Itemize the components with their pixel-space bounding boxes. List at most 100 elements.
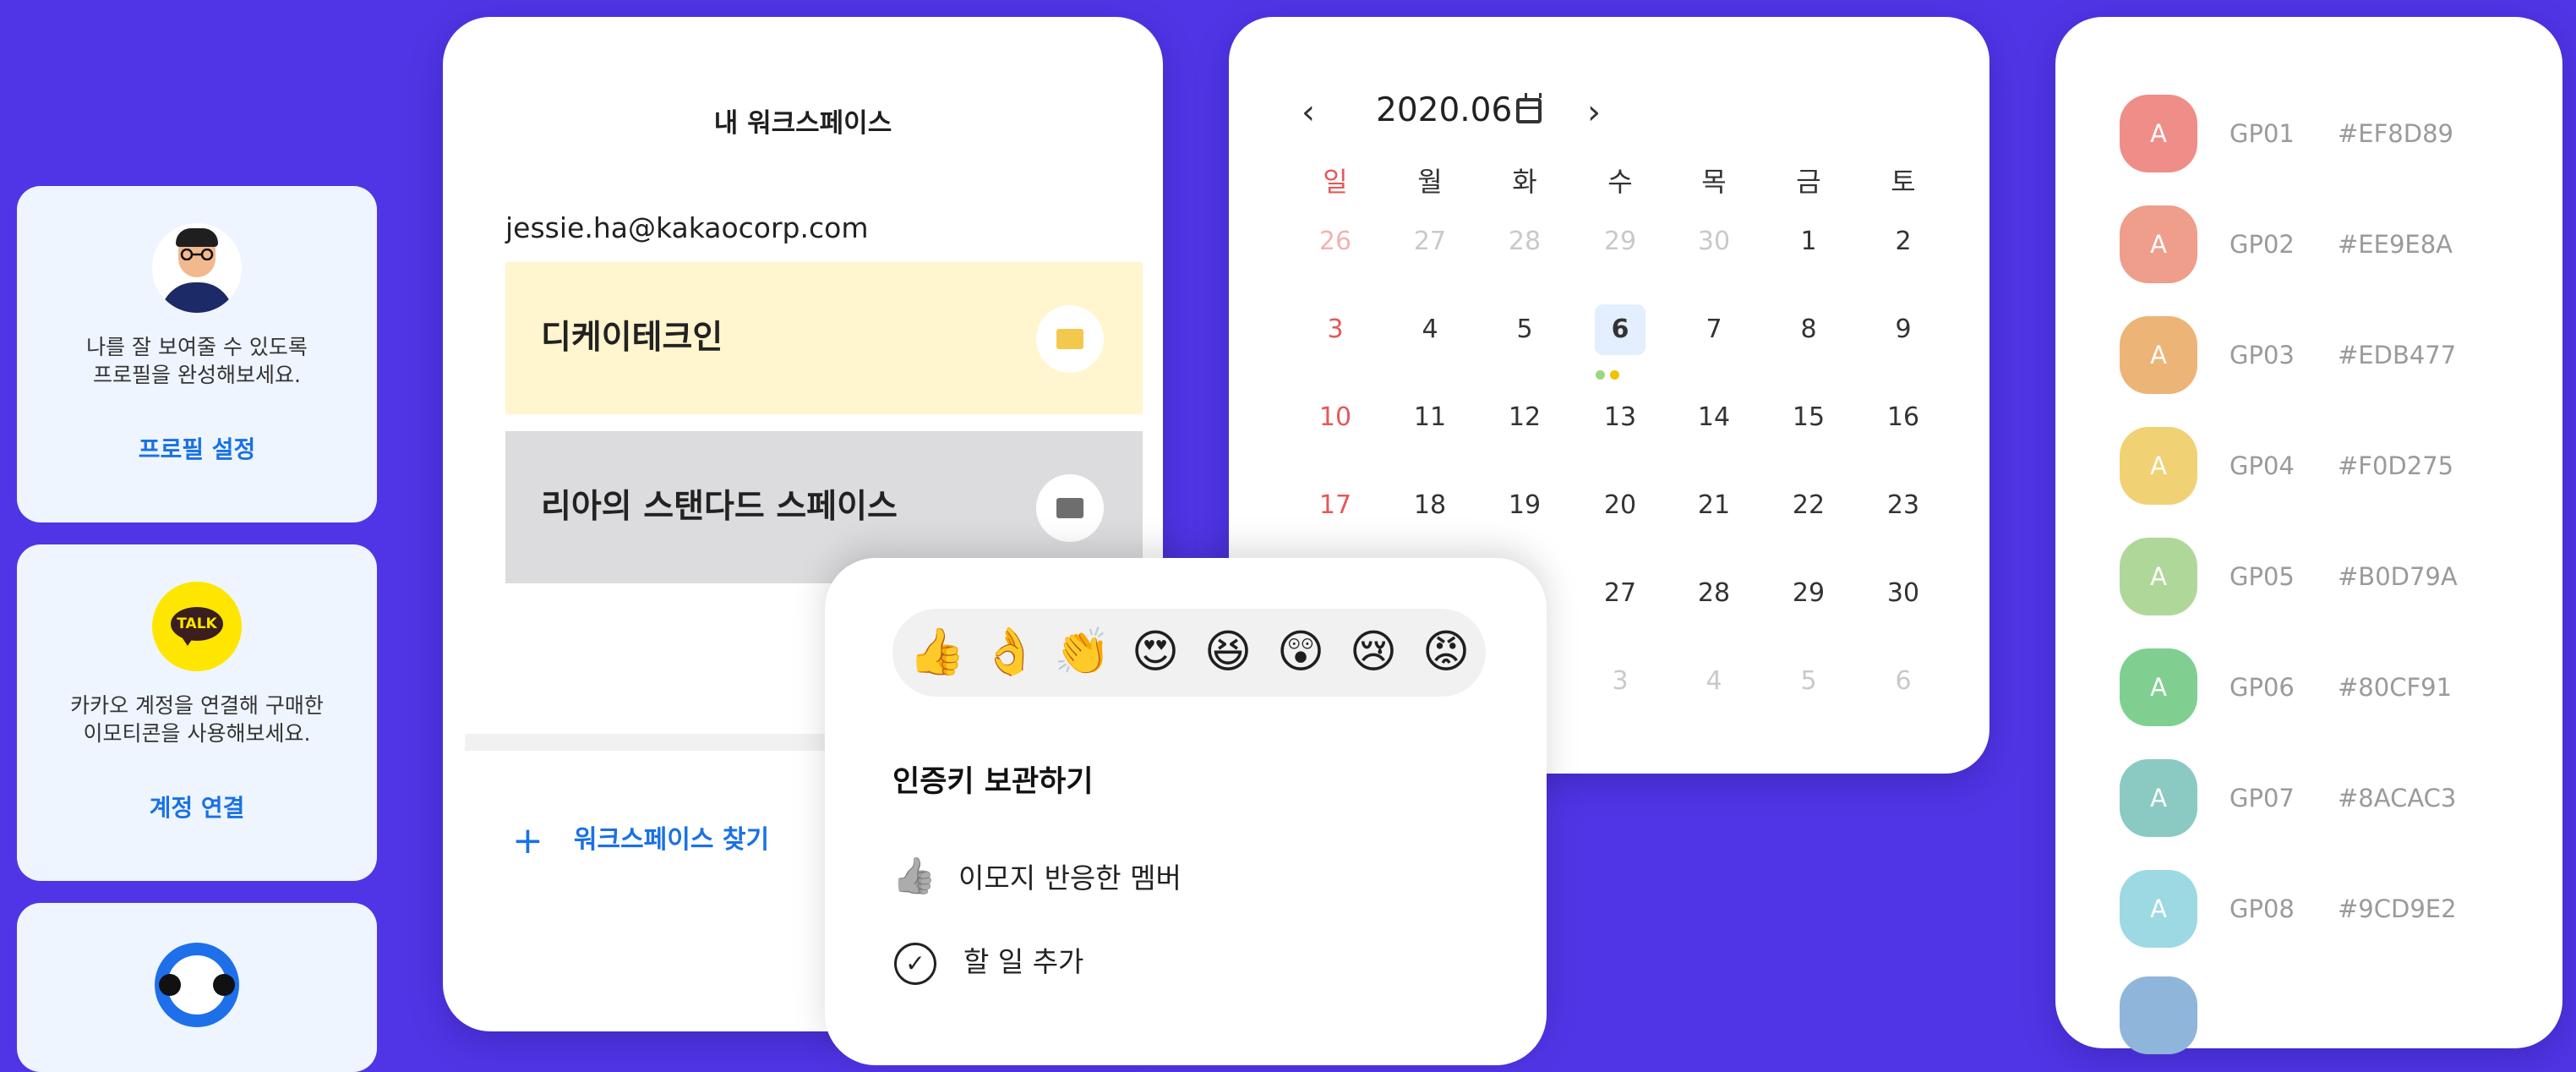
account-link-card: TALK 카카오 계정을 연결해 구매한 이모티콘을 사용해보세요. 계정 연결: [17, 544, 377, 881]
menu-item-label: 이모지 반응한 멤버: [958, 861, 1182, 894]
emoji-reaction-icon[interactable]: 😲: [1271, 622, 1330, 681]
palette-code: GP07: [2229, 784, 2295, 812]
kakaotalk-icon: TALK: [152, 582, 242, 671]
check-circle-icon: ✓: [894, 942, 936, 985]
palette-code: GP06: [2229, 673, 2295, 702]
workspace-name: 디케이테크인: [541, 319, 723, 357]
calendar-day[interactable]: 17: [1310, 480, 1361, 531]
palette-swatch: A: [2120, 316, 2197, 394]
workspace-item[interactable]: 디케이테크인: [505, 262, 1143, 414]
thumbs-up-icon: 👍: [892, 855, 937, 896]
calendar-header: ‹ 2020.06 ›: [1229, 76, 1668, 152]
calendar-day[interactable]: 4: [1689, 656, 1739, 707]
menu-item-reacted-members[interactable]: 👍 이모지 반응한 멤버: [889, 850, 1182, 901]
emoji-reaction-bar: 👍 👌 👏 😍 😆 😲 😢 😡: [892, 609, 1486, 697]
palette-code: GP04: [2229, 451, 2295, 480]
calendar-day[interactable]: 8: [1783, 304, 1834, 355]
account-link-description: 카카오 계정을 연결해 구매한 이모티콘을 사용해보세요.: [70, 693, 324, 746]
emoji-reaction-icon[interactable]: 👌: [980, 622, 1040, 681]
find-workspace-label: 워크스페이스 찾기: [573, 825, 770, 855]
calendar-day[interactable]: 22: [1783, 480, 1834, 531]
weekday-label: 일: [1323, 166, 1348, 198]
calendar-day[interactable]: 16: [1878, 392, 1929, 443]
calendar-day[interactable]: 15: [1783, 392, 1834, 443]
calendar-day[interactable]: 28: [1689, 568, 1739, 619]
account-email: jessie.ha@kakaocorp.com: [505, 211, 869, 244]
menu-item-label: 할 일 추가: [963, 945, 1084, 978]
workspace-name: 리아의 스탠다드 스페이스: [541, 488, 898, 526]
profile-setup-description: 나를 잘 보여줄 수 있도록 프로필을 완성해보세요.: [86, 335, 308, 387]
calendar-day[interactable]: 27: [1595, 568, 1645, 619]
calendar-day[interactable]: 5: [1499, 304, 1550, 355]
menu-item-add-todo[interactable]: ✓ 할 일 추가: [889, 937, 1083, 987]
calendar-day[interactable]: 29: [1783, 568, 1834, 619]
weekday-label: 월: [1417, 166, 1443, 198]
palette-code: GP03: [2229, 341, 2295, 369]
emoji-reaction-icon[interactable]: 👍: [908, 622, 967, 681]
calendar-day[interactable]: 7: [1689, 304, 1739, 355]
palette-hex: #F0D275: [2338, 451, 2454, 480]
profile-setup-card: 나를 잘 보여줄 수 있도록 프로필을 완성해보세요. 프로필 설정: [17, 186, 377, 522]
talk-bubble: TALK: [171, 607, 223, 641]
palette-swatch: A: [2120, 95, 2197, 172]
weekday-label: 금: [1796, 166, 1821, 198]
emoji-reaction-icon[interactable]: 😡: [1416, 622, 1476, 681]
calendar-day[interactable]: 21: [1689, 480, 1739, 531]
person-avatar-icon: [152, 223, 242, 313]
next-month-chevron-icon[interactable]: ›: [1587, 93, 1601, 132]
calendar-day-today[interactable]: 6: [1595, 304, 1645, 355]
palette-code: GP08: [2229, 894, 2295, 923]
workspace-icon: [1036, 305, 1104, 373]
calendar-day[interactable]: 11: [1405, 392, 1455, 443]
calendar-day[interactable]: 1: [1783, 216, 1834, 267]
emoji-reaction-icon[interactable]: 😢: [1344, 622, 1403, 681]
palette-hex: #EE9E8A: [2338, 230, 2453, 259]
weekday-label: 목: [1701, 166, 1727, 198]
palette-code: GP02: [2229, 230, 2295, 259]
calendar-day[interactable]: 4: [1405, 304, 1455, 355]
calendar-day[interactable]: 26: [1310, 216, 1361, 267]
calendar-month: 2020.06: [1376, 91, 1513, 129]
calendar-day[interactable]: 23: [1878, 480, 1929, 531]
calendar-day[interactable]: 20: [1595, 480, 1645, 531]
emoji-reaction-icon[interactable]: 😆: [1198, 622, 1258, 681]
palette-swatch: A: [2120, 648, 2197, 726]
weekday-label: 화: [1512, 166, 1537, 198]
palette-hex: #9CD9E2: [2338, 894, 2457, 923]
calendar-icon[interactable]: [1516, 93, 1542, 123]
weekday-label: 수: [1607, 166, 1633, 198]
calendar-day[interactable]: 14: [1689, 392, 1739, 443]
plus-icon: +: [512, 819, 543, 862]
palette-hex: #8ACAC3: [2338, 784, 2457, 812]
palette-code: GP05: [2229, 562, 2295, 591]
calendar-day[interactable]: 18: [1405, 480, 1455, 531]
color-palette-panel: A GP01 #EF8D89 A GP02 #EE9E8A A GP03 #EDB477 A GP0…: [2055, 17, 2562, 1054]
palette-swatch: [2120, 976, 2197, 1054]
calendar-day[interactable]: 9: [1878, 304, 1929, 355]
account-link-button[interactable]: 계정 연결: [17, 790, 377, 823]
palette-hex: #EDB477: [2338, 341, 2457, 369]
palette-swatch: A: [2120, 205, 2197, 283]
calendar-day[interactable]: 30: [1878, 568, 1929, 619]
calendar-day[interactable]: 2: [1878, 216, 1929, 267]
prev-month-chevron-icon[interactable]: ‹: [1302, 93, 1315, 132]
emoji-reaction-icon[interactable]: 😍: [1126, 622, 1185, 681]
calendar-day[interactable]: 12: [1499, 392, 1550, 443]
calendar-day[interactable]: 10: [1310, 392, 1361, 443]
palette-hex: #EF8D89: [2338, 119, 2453, 148]
find-workspace-button[interactable]: + 워크스페이스 찾기: [512, 818, 769, 862]
calendar-day[interactable]: 3: [1310, 304, 1361, 355]
calendar-day[interactable]: 29: [1595, 216, 1645, 267]
calendar-day[interactable]: 3: [1595, 656, 1645, 707]
section-title: 인증키 보관하기: [892, 765, 1094, 799]
calendar-day[interactable]: 6: [1878, 656, 1929, 707]
calendar-day[interactable]: 13: [1595, 392, 1645, 443]
calendar-day[interactable]: 27: [1405, 216, 1455, 267]
calendar-day[interactable]: 30: [1689, 216, 1739, 267]
calendar-day[interactable]: 5: [1783, 656, 1834, 707]
profile-setup-link[interactable]: 프로필 설정: [17, 431, 377, 465]
emoji-reaction-icon[interactable]: 👏: [1053, 622, 1112, 681]
calendar-day[interactable]: 28: [1499, 216, 1550, 267]
palette-code: GP01: [2229, 119, 2295, 148]
calendar-day[interactable]: 19: [1499, 480, 1550, 531]
